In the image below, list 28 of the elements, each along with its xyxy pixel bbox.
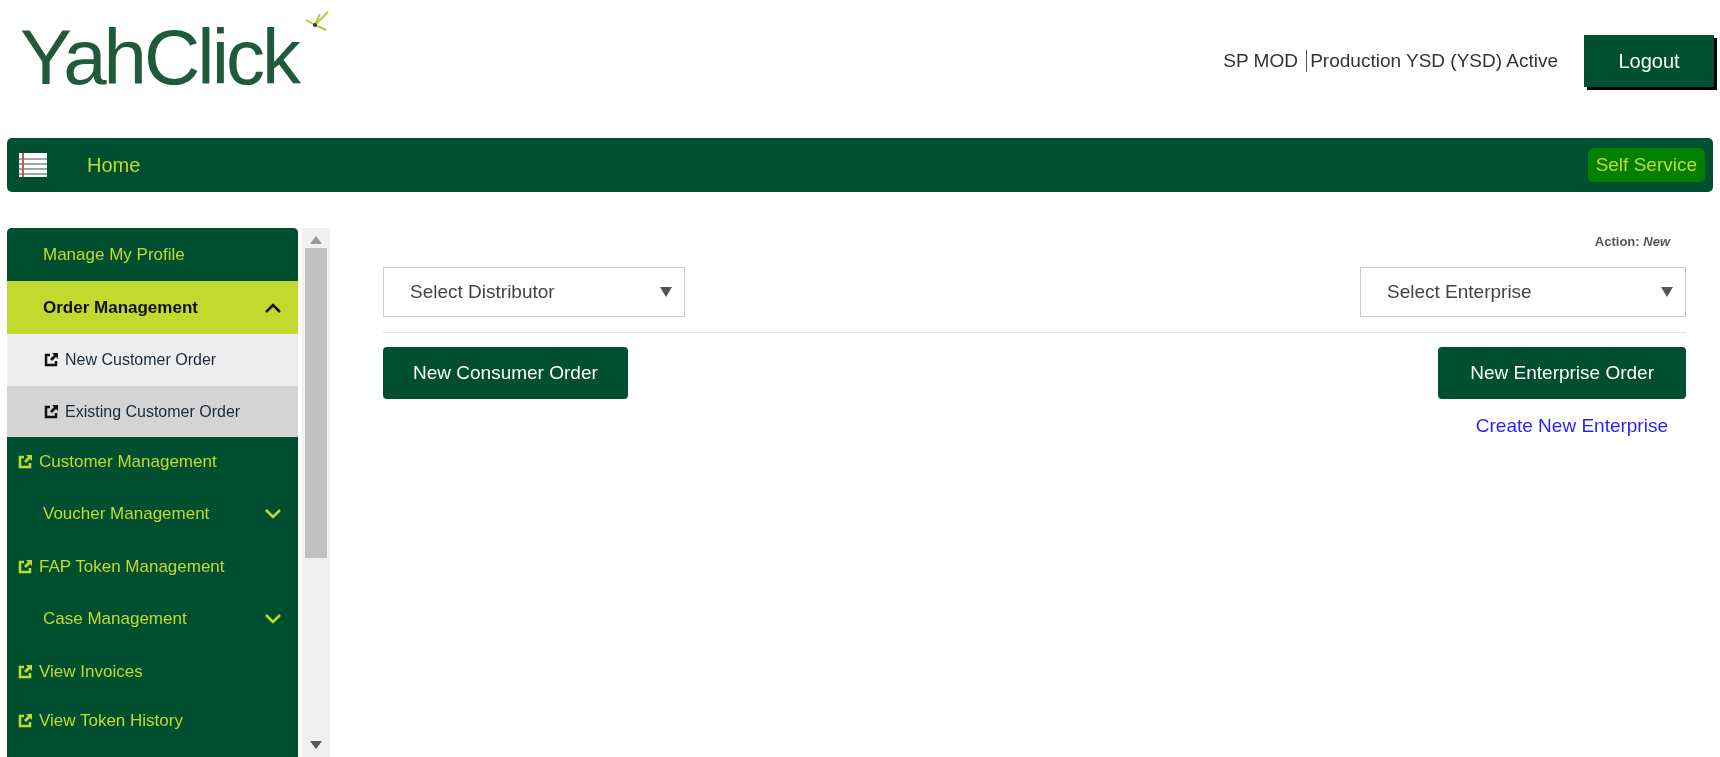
- chevron-down-icon: [264, 613, 282, 625]
- new-consumer-order-button[interactable]: New Consumer Order: [383, 347, 628, 399]
- chevron-up-icon: [264, 301, 282, 314]
- chevron-down-icon: [264, 508, 282, 520]
- action-status: Action: New: [1594, 234, 1670, 249]
- enterprise-select[interactable]: Select Enterprise: [1360, 267, 1686, 317]
- scroll-down-icon[interactable]: [310, 741, 322, 749]
- sidebar-item[interactable]: Order Management: [7, 281, 298, 334]
- submenu-item[interactable]: New Customer Order: [7, 334, 298, 386]
- caret-icon: [1661, 287, 1673, 297]
- home-link[interactable]: Home: [87, 153, 1588, 177]
- logo: YahClick: [20, 18, 298, 96]
- distributor-select[interactable]: Select Distributor: [383, 267, 685, 317]
- external-link-icon: [17, 558, 33, 575]
- caret-icon: [660, 287, 672, 297]
- user-info: SP MOD Production YSD (YSD) Active: [1223, 49, 1558, 73]
- create-enterprise-link[interactable]: Create New Enterprise: [1475, 415, 1668, 437]
- submenu-item[interactable]: Existing Customer Order: [7, 386, 298, 437]
- scrollbar[interactable]: [302, 228, 330, 757]
- external-link-icon: [17, 663, 33, 680]
- scroll-up-icon[interactable]: [310, 236, 322, 244]
- new-enterprise-order-button[interactable]: New Enterprise Order: [1438, 347, 1686, 399]
- external-link-icon: [17, 453, 33, 470]
- external-link-icon: [43, 352, 59, 368]
- menu-icon[interactable]: [19, 153, 47, 177]
- external-link-icon: [43, 403, 59, 420]
- external-link-icon: [17, 712, 33, 729]
- logout-button[interactable]: Logout: [1584, 35, 1714, 87]
